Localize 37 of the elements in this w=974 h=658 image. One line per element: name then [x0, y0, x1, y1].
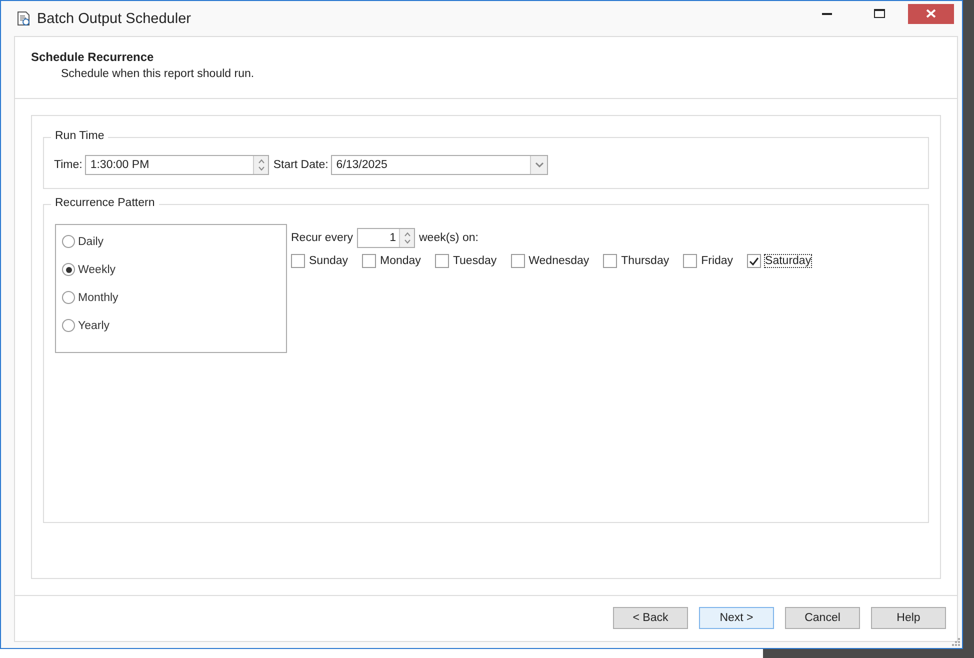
- radio-option[interactable]: Yearly: [62, 319, 286, 332]
- resize-grip-icon: [952, 638, 960, 646]
- dropdown-caret-icon[interactable]: [534, 162, 544, 168]
- group-title: Recurrence Pattern: [51, 197, 159, 209]
- close-icon: [926, 9, 936, 18]
- day-checkbox[interactable]: Friday: [683, 254, 734, 268]
- radio-option[interactable]: Weekly: [62, 263, 286, 276]
- wizard-button[interactable]: Next >: [699, 606, 774, 628]
- spinner-arrows-icon[interactable]: [258, 158, 265, 172]
- field-label: Start Date:: [273, 159, 328, 171]
- close-button[interactable]: [908, 4, 954, 24]
- number-field[interactable]: 1: [357, 228, 415, 248]
- window-title: Batch Output Scheduler: [37, 10, 192, 26]
- day-checkbox[interactable]: Sunday: [291, 254, 348, 268]
- day-checkbox[interactable]: Tuesday: [434, 254, 497, 268]
- group-title: Run Time: [51, 130, 108, 142]
- minimize-icon: [822, 12, 832, 15]
- checkmark-icon: [749, 256, 760, 266]
- field-label: Time:: [54, 159, 82, 171]
- report-icon: [17, 11, 31, 26]
- day-checkbox[interactable]: Thursday: [603, 254, 670, 268]
- page-title: Schedule Recurrence: [31, 50, 155, 64]
- day-checkbox[interactable]: Wednesday: [510, 254, 590, 268]
- time-field[interactable]: 1:30:00 PM: [85, 155, 270, 175]
- wizard-button[interactable]: Cancel: [785, 606, 860, 628]
- day-checkbox[interactable]: Saturday: [747, 254, 812, 268]
- field-label: week(s) on:: [419, 232, 478, 244]
- wizard-button[interactable]: < Back: [613, 606, 688, 628]
- maximize-icon: [874, 9, 884, 18]
- wizard-button[interactable]: Help: [871, 606, 946, 628]
- field-label: Recur every: [291, 232, 353, 244]
- day-checkbox[interactable]: Monday: [362, 254, 421, 268]
- radio-option[interactable]: Monthly: [62, 291, 286, 304]
- date-field[interactable]: 6/13/2025: [331, 155, 548, 175]
- spinner-arrows-icon[interactable]: [404, 231, 410, 245]
- radio-option[interactable]: Daily: [62, 235, 286, 248]
- page-subtitle: Schedule when this report should run.: [60, 68, 256, 80]
